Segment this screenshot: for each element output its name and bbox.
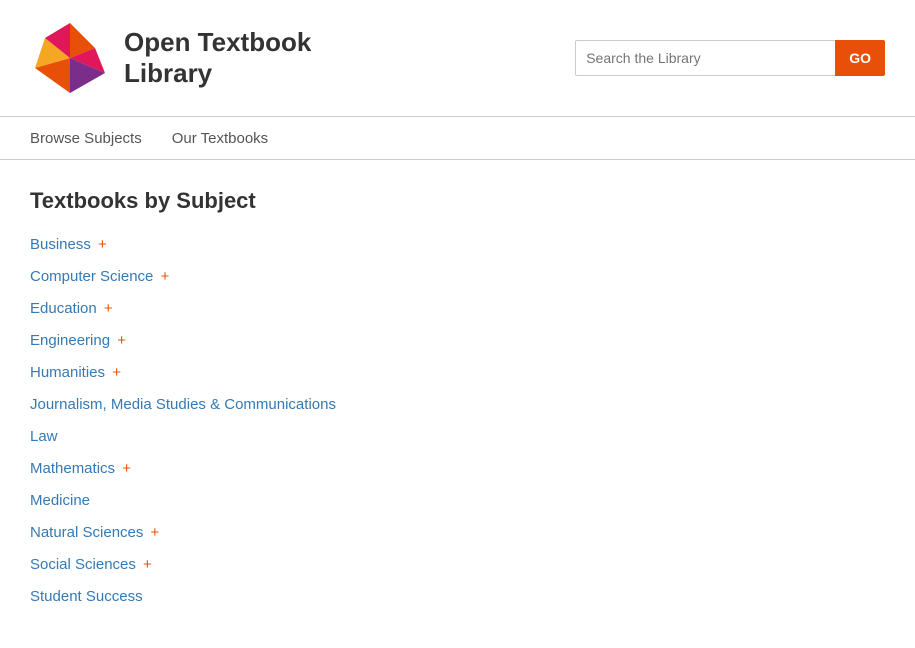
logo-area: Open Textbook Library <box>30 18 311 98</box>
subject-link[interactable]: Mathematics <box>30 460 115 477</box>
list-item: Humanities + <box>30 364 885 382</box>
nav-our-textbooks[interactable]: Our Textbooks <box>172 130 268 147</box>
subject-link[interactable]: Humanities <box>30 364 105 381</box>
subject-link[interactable]: Social Sciences <box>30 556 136 573</box>
nav-browse-subjects[interactable]: Browse Subjects <box>30 130 142 147</box>
list-item: Business + <box>30 236 885 254</box>
list-item: Student Success <box>30 588 885 606</box>
nav-bar: Browse Subjects Our Textbooks <box>0 116 915 160</box>
subject-link[interactable]: Medicine <box>30 492 90 509</box>
subject-link[interactable]: Law <box>30 428 58 445</box>
list-item: Journalism, Media Studies & Communicatio… <box>30 396 885 414</box>
expand-plus-icon[interactable]: + <box>100 300 113 317</box>
list-item: Engineering + <box>30 332 885 350</box>
list-item: Computer Science + <box>30 268 885 286</box>
list-item: Social Sciences + <box>30 556 885 574</box>
expand-plus-icon[interactable]: + <box>118 460 131 477</box>
search-button[interactable]: GO <box>835 40 885 76</box>
header: Open Textbook Library GO <box>0 0 915 116</box>
subject-link[interactable]: Natural Sciences <box>30 524 143 541</box>
subject-link[interactable]: Student Success <box>30 588 143 605</box>
expand-plus-icon[interactable]: + <box>156 268 169 285</box>
expand-plus-icon[interactable]: + <box>146 524 159 541</box>
search-area: GO <box>575 40 885 76</box>
logo-icon <box>30 18 110 98</box>
expand-plus-icon[interactable]: + <box>108 364 121 381</box>
subject-link[interactable]: Journalism, Media Studies & Communicatio… <box>30 396 336 413</box>
expand-plus-icon[interactable]: + <box>139 556 152 573</box>
search-input[interactable] <box>575 40 835 76</box>
list-item: Natural Sciences + <box>30 524 885 542</box>
list-item: Medicine <box>30 492 885 510</box>
subject-link[interactable]: Computer Science <box>30 268 153 285</box>
expand-plus-icon[interactable]: + <box>94 236 107 253</box>
list-item: Education + <box>30 300 885 318</box>
subject-list: Business +Computer Science +Education +E… <box>30 236 885 606</box>
subject-link[interactable]: Business <box>30 236 91 253</box>
list-item: Law <box>30 428 885 446</box>
main-content: Textbooks by Subject Business +Computer … <box>0 160 915 648</box>
logo-text: Open Textbook Library <box>124 27 311 89</box>
list-item: Mathematics + <box>30 460 885 478</box>
expand-plus-icon[interactable]: + <box>113 332 126 349</box>
subject-link[interactable]: Engineering <box>30 332 110 349</box>
page-title: Textbooks by Subject <box>30 188 885 214</box>
subject-link[interactable]: Education <box>30 300 97 317</box>
